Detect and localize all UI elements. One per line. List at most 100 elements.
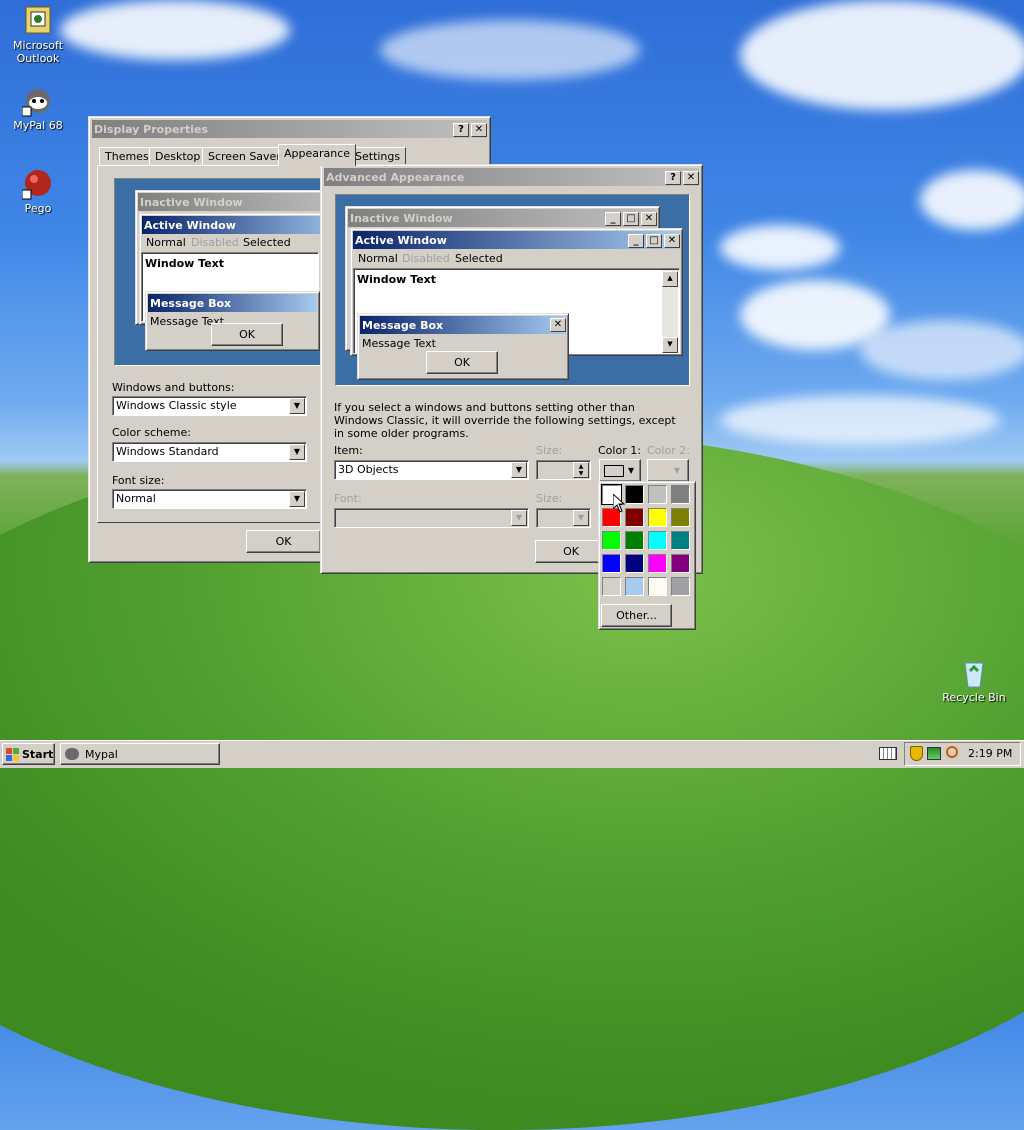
font-size-label: Font size: — [112, 474, 165, 487]
adv-preview-inactive-titlebar: Inactive Window _ □ ✕ — [348, 209, 657, 227]
color-swatch[interactable] — [602, 577, 621, 596]
color-swatch[interactable] — [625, 531, 644, 550]
spinner-icon: ▲ ▼ — [573, 462, 589, 478]
outlook-desktop-icon[interactable]: Microsoft Outlook — [0, 5, 78, 65]
color-swatch[interactable] — [602, 531, 621, 550]
adv-preview-active-titlebar: Active Window _ □ ✕ — [353, 231, 680, 249]
outlook-label: Microsoft Outlook — [12, 39, 64, 65]
color-swatch[interactable] — [625, 508, 644, 527]
display-properties-titlebar[interactable]: Display Properties ? ✕ — [92, 120, 487, 138]
network-icon[interactable] — [927, 747, 941, 760]
adv-preview-menu-normal: Normal — [358, 252, 398, 265]
advanced-ok-button[interactable]: OK — [535, 540, 607, 563]
windows-buttons-label: Windows and buttons: — [112, 381, 235, 394]
chevron-down-icon[interactable]: ▼ — [511, 462, 527, 478]
advanced-titlebar[interactable]: Advanced Appearance ? ✕ — [324, 168, 699, 186]
font-label: Font: — [334, 492, 362, 505]
tab-appearance[interactable]: Appearance — [278, 144, 357, 166]
close-icon: ✕ — [550, 318, 566, 332]
task-label: Mypal — [85, 747, 118, 761]
color-scheme-select[interactable]: Windows Standard ▼ — [112, 442, 307, 462]
recycle-bin-icon — [958, 657, 990, 689]
raccoon-icon — [65, 748, 79, 760]
chevron-down-icon[interactable]: ▼ — [289, 491, 305, 507]
preview-active-title: Active Window — [144, 218, 236, 232]
font-size-label-adv: Size: — [536, 492, 563, 505]
color-swatch[interactable] — [671, 577, 690, 596]
chevron-down-icon: ▼ — [628, 466, 635, 475]
chevron-down-icon[interactable]: ▼ — [289, 444, 305, 460]
taskbar-task-mypal[interactable]: Mypal — [60, 743, 220, 765]
color2-button: ▼ — [647, 459, 689, 482]
maximize-icon: □ — [623, 211, 639, 226]
preview-ok-button: OK — [211, 323, 283, 346]
minimize-icon: _ — [628, 233, 644, 248]
color-swatch[interactable] — [625, 554, 644, 573]
color-swatch[interactable] — [671, 554, 690, 573]
preview-menu-disabled: Disabled — [191, 236, 239, 249]
display-properties-title: Display Properties — [94, 122, 209, 136]
item-value: 3D Objects — [338, 463, 399, 476]
advanced-info-text: If you select a windows and buttons sett… — [334, 401, 676, 440]
color-swatch[interactable] — [671, 531, 690, 550]
help-button[interactable]: ? — [453, 122, 469, 137]
tab-themes[interactable]: Themes — [99, 147, 155, 166]
item-select[interactable]: 3D Objects ▼ — [334, 460, 529, 480]
tab-screen-saver[interactable]: Screen Saver — [202, 147, 287, 166]
scroll-up-icon: ▲ — [662, 271, 678, 287]
tab-desktop[interactable]: Desktop — [149, 147, 207, 166]
chevron-down-icon: ▼ — [511, 510, 527, 526]
recycle-bin-desktop-icon[interactable]: Recycle Bin — [934, 657, 1014, 704]
color-swatch[interactable] — [648, 554, 667, 573]
preview-window-text: Window Text — [145, 257, 225, 270]
color-scheme-value: Windows Standard — [116, 445, 219, 458]
preview-msgbox-title: Message Box — [150, 296, 232, 310]
taskbar-clock: 2:19 PM — [968, 747, 1013, 760]
color1-button[interactable]: ▼ — [599, 459, 641, 482]
start-button[interactable]: Start — [2, 743, 55, 765]
font-size-value: Normal — [116, 492, 156, 505]
close-button[interactable]: ✕ — [683, 170, 699, 185]
size-label: Size: — [536, 444, 563, 457]
adv-preview-ok-button: OK — [426, 351, 498, 374]
color-swatch[interactable] — [648, 508, 667, 527]
close-button[interactable]: ✕ — [471, 122, 487, 137]
pego-label: Pego — [24, 202, 52, 215]
chevron-down-icon: ▼ — [673, 466, 681, 475]
color-swatch[interactable] — [648, 485, 667, 504]
font-size-select[interactable]: Normal ▼ — [112, 489, 307, 509]
color-swatch[interactable] — [671, 508, 690, 527]
color-swatch[interactable] — [602, 554, 621, 573]
display-ok-button[interactable]: OK — [246, 530, 321, 553]
mypal-desktop-icon[interactable]: MyPal 68 — [0, 85, 78, 132]
preview-menu-normal: Normal — [146, 236, 186, 249]
other-color-button[interactable]: Other... — [601, 604, 672, 627]
color-swatch[interactable] — [648, 531, 667, 550]
shield-icon[interactable] — [910, 746, 923, 761]
preview-msgbox-titlebar: Message Box — [148, 294, 317, 312]
windows-buttons-select[interactable]: Windows Classic style ▼ — [112, 396, 307, 416]
adv-preview-menu-disabled: Disabled — [402, 252, 450, 265]
keyboard-icon[interactable] — [879, 747, 897, 760]
minimize-icon: _ — [605, 211, 621, 226]
adv-preview-active-title: Active Window — [355, 233, 447, 247]
help-button[interactable]: ? — [665, 170, 681, 185]
color-swatch[interactable] — [625, 577, 644, 596]
color-swatch[interactable] — [671, 485, 690, 504]
item-label: Item: — [334, 444, 363, 457]
mypal-label: MyPal 68 — [13, 119, 63, 132]
color1-label: Color 1: — [598, 444, 641, 457]
preview-menu-selected: Selected — [243, 236, 291, 249]
windows-buttons-value: Windows Classic style — [116, 399, 237, 412]
color-swatch[interactable] — [625, 485, 644, 504]
color-swatch[interactable] — [648, 577, 667, 596]
adv-preview-menu-selected: Selected — [455, 252, 503, 265]
size-spinner: ▲ ▼ — [536, 460, 591, 480]
chevron-down-icon[interactable]: ▼ — [289, 398, 305, 414]
start-label: Start — [22, 747, 54, 761]
pego-desktop-icon[interactable]: Pego — [0, 168, 78, 215]
close-icon: ✕ — [641, 211, 657, 226]
magnifier-icon[interactable] — [946, 746, 958, 758]
advanced-title: Advanced Appearance — [326, 170, 465, 184]
outlook-icon — [22, 5, 54, 37]
